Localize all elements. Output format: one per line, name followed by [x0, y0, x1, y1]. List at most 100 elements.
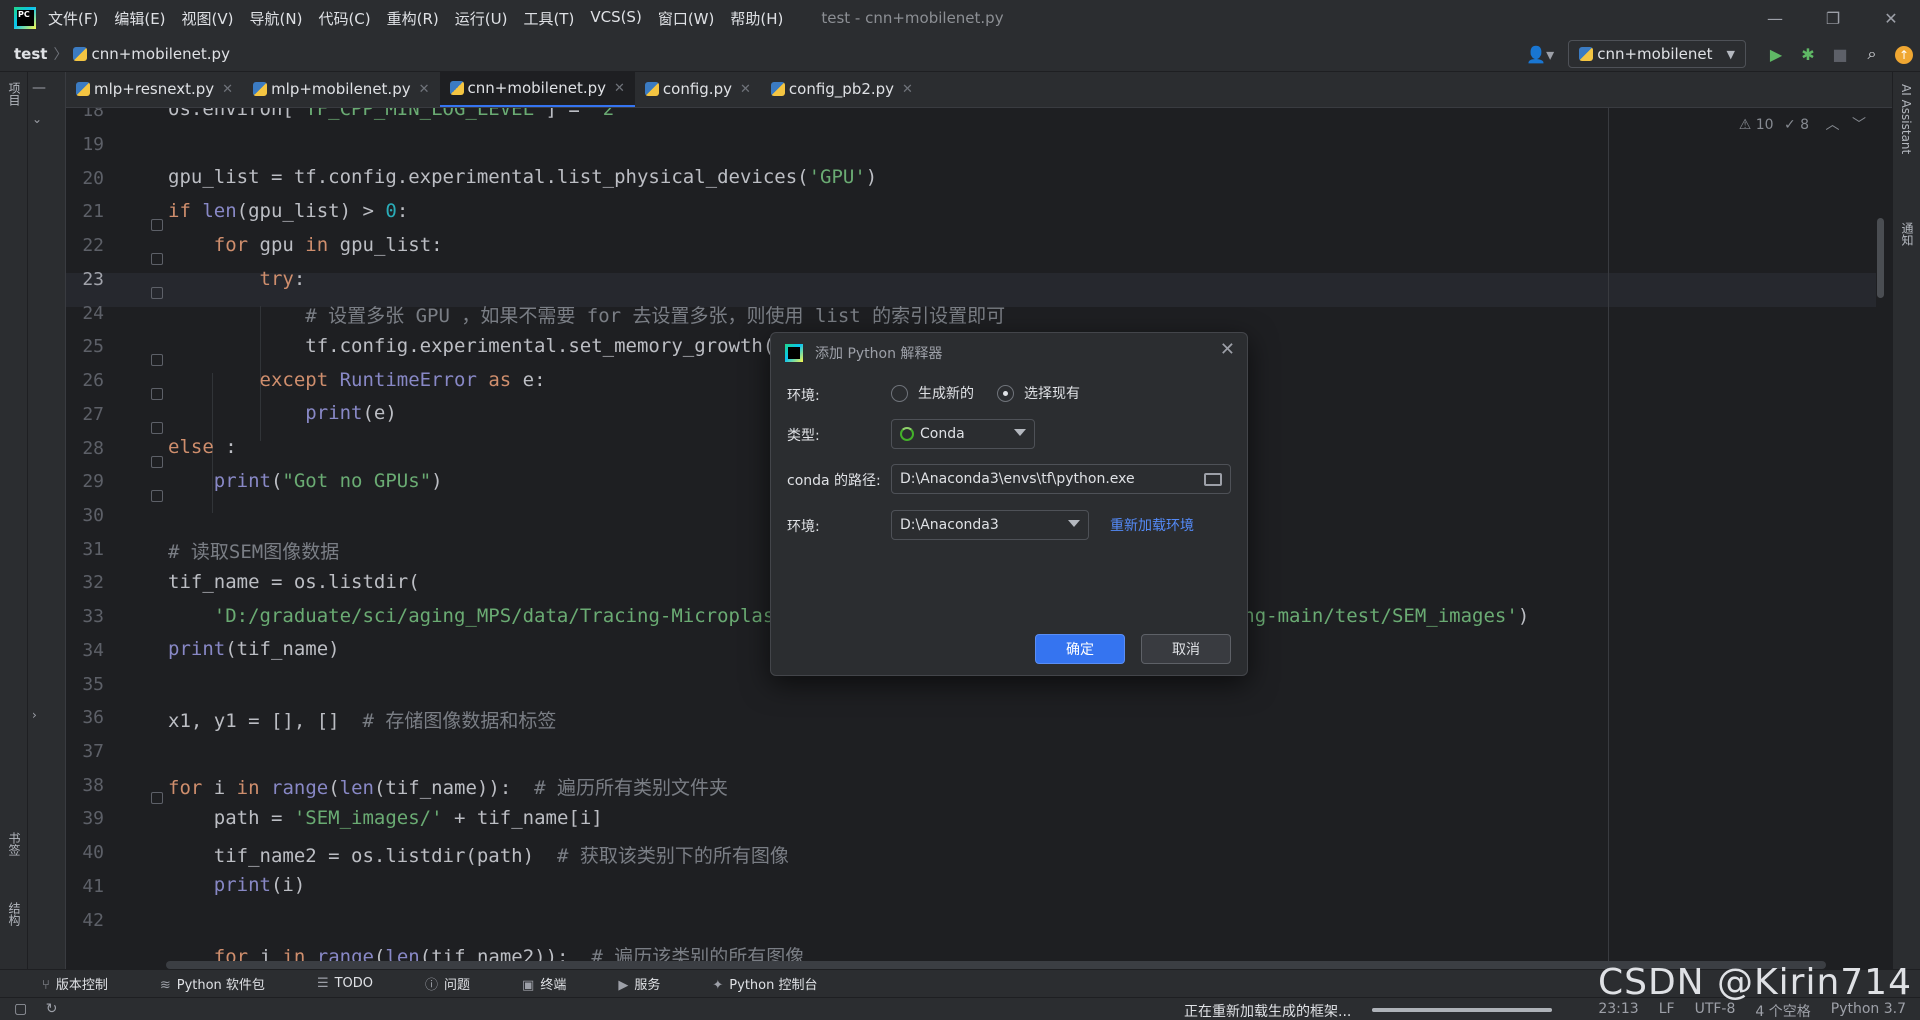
fold-marker-icon[interactable]	[151, 287, 163, 299]
radio-circle-selected	[997, 384, 1014, 402]
code-line: print("Got no GPUs")	[213, 470, 443, 492]
fold-marker-icon[interactable]	[151, 388, 163, 400]
menu-refactor[interactable]: 重构(R)	[387, 8, 439, 29]
python-file-icon	[770, 82, 785, 96]
tab-mlp-mobilenet[interactable]: mlp+mobilenet.py ✕	[243, 71, 439, 107]
tool-python-packages[interactable]: ≋ Python 软件包	[160, 974, 291, 993]
tool-problems[interactable]: ⓘ 问题	[425, 974, 496, 993]
run-icon[interactable]: ▶	[1760, 45, 1792, 64]
environment-label: 环境:	[787, 388, 820, 404]
search-icon[interactable]: ⌕	[1856, 44, 1888, 64]
close-tab-icon[interactable]: ✕	[419, 82, 430, 97]
fold-marker-icon[interactable]	[151, 219, 163, 231]
collapse-icon[interactable]: —	[32, 80, 46, 96]
structure-tool-button[interactable]: 结构	[6, 902, 23, 926]
fold-marker-icon[interactable]	[151, 354, 163, 366]
close-tab-icon[interactable]: ✕	[740, 82, 751, 97]
menu-view[interactable]: 视图(V)	[182, 8, 234, 29]
tool-todo[interactable]: ☰ TODO	[317, 976, 399, 991]
radio-new-environment[interactable]: 生成新的	[891, 383, 974, 403]
tab-config-pb2[interactable]: config_pb2.py ✕	[761, 71, 923, 107]
menu-navigate[interactable]: 导航(N)	[250, 8, 303, 29]
navbar-toolbar: 👤▾ cnn+mobilenet ▼ ▶ ✱ ■ ⌕ ↑	[1526, 36, 1920, 72]
code-line: tif_name = os.listdir(	[168, 571, 420, 593]
file-encoding[interactable]: UTF-8	[1695, 1001, 1736, 1020]
breadcrumb-project[interactable]: test	[14, 45, 47, 63]
notifications-tool-button[interactable]: 通知	[1899, 222, 1916, 246]
radio-existing-environment[interactable]: 选择现有	[997, 383, 1080, 403]
line-number: 40	[82, 842, 104, 863]
close-tab-icon[interactable]: ✕	[614, 81, 625, 96]
chevron-up-icon[interactable]: ︿	[1826, 117, 1840, 133]
chevron-down-icon[interactable]: ⌄	[32, 112, 42, 126]
horizontal-scrollbar[interactable]	[166, 961, 1826, 969]
chevron-down-icon[interactable]: ﹀	[1852, 117, 1866, 133]
tool-terminal[interactable]: ▣ 终端	[522, 974, 592, 993]
menu-tools[interactable]: 工具(T)	[523, 8, 574, 29]
browse-folder-icon[interactable]	[1204, 473, 1222, 486]
close-tab-icon[interactable]: ✕	[222, 82, 233, 97]
minimize-icon[interactable]: —	[1746, 0, 1804, 36]
project-tool-button[interactable]: 项目	[6, 82, 23, 106]
close-icon[interactable]: ✕	[1220, 339, 1235, 360]
weak-warning-count: 8	[1800, 117, 1810, 133]
ok-button[interactable]: 确定	[1035, 634, 1125, 664]
tool-version-control[interactable]: ⑂ 版本控制	[42, 974, 134, 993]
menu-edit[interactable]: 编辑(E)	[114, 8, 165, 29]
python-interpreter[interactable]: Python 3.7	[1831, 1001, 1906, 1020]
type-select[interactable]: Conda	[891, 419, 1035, 449]
line-number: 33	[82, 606, 104, 627]
list-icon: ☰	[316, 976, 329, 991]
tab-cnn-mobilenet[interactable]: cnn+mobilenet.py ✕	[439, 71, 635, 107]
tool-label: Python 控制台	[729, 978, 818, 993]
tab-config[interactable]: config.py ✕	[635, 71, 761, 107]
conda-path-input[interactable]: D:\Anaconda3\envs\tf\python.exe	[891, 464, 1231, 494]
run-config-selector[interactable]: cnn+mobilenet ▼	[1568, 40, 1746, 68]
indent-setting[interactable]: 4 个空格	[1755, 1001, 1810, 1020]
environment-select[interactable]: D:\Anaconda3	[891, 510, 1089, 540]
update-icon[interactable]: ↑	[1888, 44, 1920, 64]
breadcrumb-file[interactable]: cnn+mobilenet.py	[73, 45, 230, 63]
code-line: path = 'SEM_images/' + tif_name[i]	[168, 807, 603, 829]
python-console-icon: ✦	[712, 978, 724, 993]
tab-mlp-resnext[interactable]: mlp+resnext.py ✕	[66, 71, 243, 107]
reload-environments-link[interactable]: 重新加载环境	[1110, 515, 1194, 535]
vertical-scrollbar[interactable]	[1877, 218, 1884, 298]
menu-run[interactable]: 运行(U)	[455, 8, 508, 29]
check-icon: ✓	[1783, 117, 1796, 133]
panel-toggle-icon[interactable]: ▢	[14, 1001, 27, 1017]
close-tab-icon[interactable]: ✕	[902, 82, 913, 97]
add-user-icon[interactable]: 👤▾	[1526, 45, 1554, 64]
close-icon[interactable]: ✕	[1862, 0, 1920, 36]
line-separator[interactable]: LF	[1659, 1001, 1675, 1020]
fold-marker-icon[interactable]	[151, 422, 163, 434]
tool-services[interactable]: ▶ 服务	[618, 974, 686, 993]
fold-marker-icon[interactable]	[151, 253, 163, 265]
fold-marker-icon[interactable]	[151, 456, 163, 468]
fold-marker-icon[interactable]	[151, 490, 163, 502]
ai-assistant-tool-button[interactable]: AI Assistant	[1899, 84, 1913, 154]
line-number: 27	[82, 404, 104, 425]
menu-window[interactable]: 窗口(W)	[658, 8, 715, 29]
bookmarks-tool-button[interactable]: 书签	[6, 832, 23, 856]
background-task-message[interactable]: 正在重新加载生成的框架...	[1184, 1001, 1351, 1020]
code-line: # 设置多张 GPU ，如果不需要 for 去设置多张，则使用 list 的索引…	[305, 305, 1006, 327]
restore-icon[interactable]: ❐	[1804, 0, 1862, 36]
warning-count: 10	[1755, 117, 1774, 133]
debug-icon[interactable]: ✱	[1792, 45, 1824, 64]
cancel-button[interactable]: 取消	[1141, 634, 1231, 664]
stop-icon[interactable]: ■	[1824, 45, 1856, 64]
menu-file[interactable]: 文件(F)	[48, 8, 98, 29]
fold-marker-icon[interactable]	[151, 792, 163, 804]
inspection-widget[interactable]: ⚠ 10 ✓ 8 ︿ ﹀	[1739, 114, 1866, 134]
breadcrumb-file-label: cnn+mobilenet.py	[91, 44, 230, 63]
chevron-right-icon[interactable]: ›	[32, 708, 37, 722]
menu-vcs[interactable]: VCS(S)	[590, 8, 641, 29]
code-line: # 读取SEM图像数据	[168, 541, 340, 563]
refresh-icon[interactable]: ↻	[46, 1001, 58, 1017]
caret-position[interactable]: 23:13	[1598, 1001, 1638, 1020]
navigation-bar: test 〉 cnn+mobilenet.py 👤▾ cnn+mobilenet…	[0, 36, 1920, 72]
tool-python-console[interactable]: ✦ Python 控制台	[712, 974, 843, 993]
menu-help[interactable]: 帮助(H)	[730, 8, 783, 29]
menu-code[interactable]: 代码(C)	[318, 8, 370, 29]
